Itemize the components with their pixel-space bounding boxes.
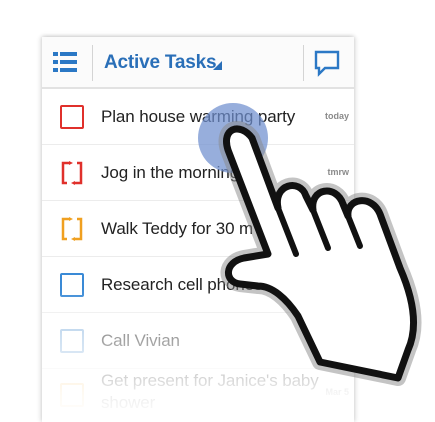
task-row[interactable]: Walk Teddy for 30 m [42,201,354,257]
action-bar: Active Tasks [42,37,354,89]
task-label: Walk Teddy for 30 m [101,219,254,238]
list-title[interactable]: Active Tasks [104,52,217,74]
task-due-date: today [324,111,349,121]
task-label: Plan house warming party [101,107,296,126]
task-label: Call Vivian [101,331,180,350]
task-row[interactable]: Plan house warming party today [42,89,354,145]
task-due-date: Mar 5 [325,387,349,397]
task-app-window: Active Tasks Plan house warming party to… [42,37,354,422]
task-checkbox[interactable] [60,273,84,297]
menu-divider [92,45,93,81]
comment-divider [303,45,304,81]
task-checkbox[interactable] [60,383,84,407]
task-row[interactable]: Get present for Janice's baby shower Mar… [42,369,354,422]
screenshot-stage: Active Tasks Plan house warming party to… [0,0,435,422]
task-label: Research cell phones [101,275,263,294]
task-row[interactable]: Jog in the morning tmrw [42,145,354,201]
dropdown-arrow-icon[interactable] [213,61,222,70]
task-row[interactable]: Call Vivian [42,313,354,369]
task-due-date: tmrw [327,167,349,177]
task-label: Get present for Janice's baby shower [101,371,319,412]
repeat-task-checkbox[interactable] [60,161,84,185]
list-menu-icon[interactable] [50,49,80,77]
task-checkbox[interactable] [60,105,84,129]
task-checkbox[interactable] [60,329,84,353]
task-label: Jog in the morning [101,163,240,182]
comment-bubble-icon[interactable] [312,48,342,78]
repeat-task-checkbox[interactable] [60,217,84,241]
task-row[interactable]: Research cell phones [42,257,354,313]
